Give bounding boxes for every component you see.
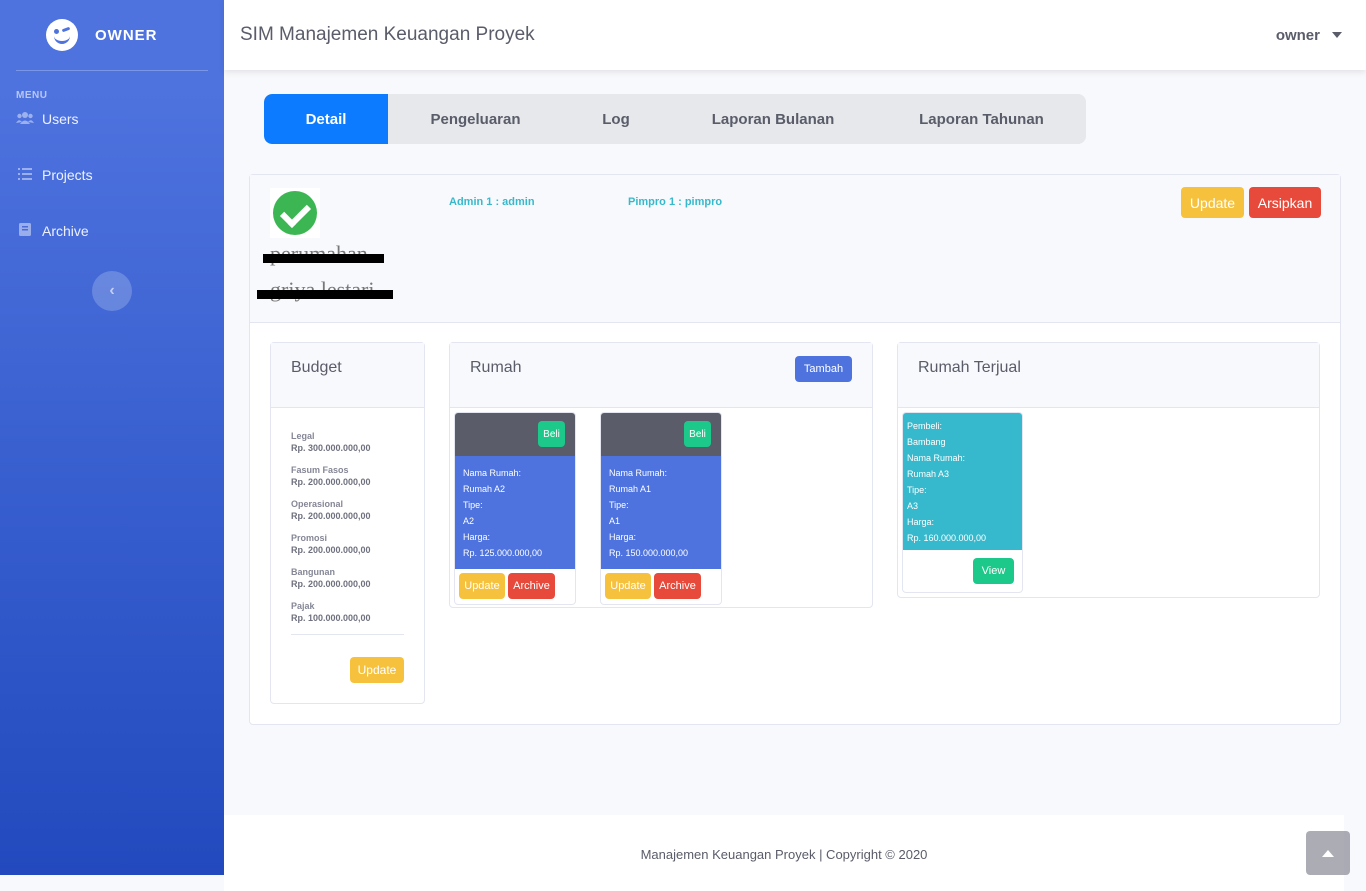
budget-divider [291,634,404,635]
budget-item: Fasum Fasos Rp. 200.000.000,00 [291,465,371,487]
sidebar-toggle-button[interactable]: ‹ [92,271,132,311]
admin-info: Admin 1 : admin [449,196,535,208]
users-icon [16,111,34,127]
project-status [270,188,320,238]
footer-text: Manajemen Keuangan Proyek | Copyright © … [640,846,928,862]
topbar: SIM Manajemen Keuangan Proyek owner [224,0,1366,70]
house-archive-button[interactable]: Archive [508,573,555,599]
user-dropdown[interactable]: owner [1276,27,1366,44]
redaction-bar [257,290,393,299]
project-header: perumahan griya lestari Admin 1 : admin … [250,175,1340,323]
sold-house-details: Pembeli: Bambang Nama Rumah: Rumah A3 Ti… [903,413,1022,550]
scroll-to-top-button[interactable] [1306,831,1350,875]
house-details: Nama Rumah: Rumah A1 Tipe: A1 Harga: Rp.… [601,456,721,569]
user-name: owner [1275,26,1320,44]
sold-card-header: Rumah Terjual [898,343,1319,408]
house-details: Nama Rumah: Rumah A2 Tipe: A2 Harga: Rp.… [455,456,575,569]
budget-item: Operasional Rp. 200.000.000,00 [291,499,371,521]
footer: Manajemen Keuangan Proyek | Copyright © … [224,815,1344,891]
brand-text: OWNER [95,26,158,44]
budget-list: Legal Rp. 300.000.000,00 Fasum Fasos Rp. 2… [271,408,424,624]
tab-log[interactable]: Log [563,94,669,144]
budget-title: Budget [291,359,342,376]
budget-item: Promosi Rp. 200.000.000,00 [291,533,371,555]
tab-laporan-bulanan[interactable]: Laporan Bulanan [669,94,877,144]
sold-card: Rumah Terjual Pembeli: Bambang Nama Ruma… [897,342,1320,598]
sold-house-card: Pembeli: Bambang Nama Rumah: Rumah A3 Ti… [902,412,1023,593]
sidebar-item-projects[interactable]: Projects [0,147,224,203]
project-archive-button[interactable]: Arsipkan [1249,187,1321,218]
laugh-wink-icon [46,19,78,51]
chevron-up-icon [1322,849,1334,857]
house-archive-button[interactable]: Archive [654,573,701,599]
budget-card-header: Budget [271,343,424,408]
list-icon [16,167,34,183]
budget-item: Pajak Rp. 100.000.000,00 [291,601,371,623]
brand[interactable]: OWNER [0,0,224,70]
redaction-bar [263,254,384,263]
caret-down-icon [1332,32,1342,38]
house-update-button[interactable]: Update [605,573,651,599]
sold-title: Rumah Terjual [918,359,1021,376]
rumah-card-header: Rumah Tambah [450,343,872,408]
budget-item: Legal Rp. 300.000.000,00 [291,431,371,453]
book-icon [16,223,34,239]
house-card: Beli Nama Rumah: Rumah A2 Tipe: A2 Harga… [454,412,576,605]
sidebar-item-label: Projects [42,167,93,183]
budget-update-button[interactable]: Update [350,657,404,683]
budget-card: Budget Legal Rp. 300.000.000,00 Fasum Fas… [270,342,425,704]
rumah-title: Rumah [470,359,522,376]
project-card: perumahan griya lestari Admin 1 : admin … [249,174,1341,725]
house-card: Beli Nama Rumah: Rumah A1 Tipe: A1 Harga… [600,412,722,605]
tab-detail[interactable]: Detail [264,94,388,144]
sidebar-item-label: Archive [42,223,89,239]
sidebar: OWNER MENU Users Projects Archive ‹ [0,0,224,875]
tab-laporan-tahunan[interactable]: Laporan Tahunan [877,94,1086,144]
pimpro-info: Pimpro 1 : pimpro [628,196,723,208]
project-update-button[interactable]: Update [1181,187,1244,218]
buy-button[interactable]: Beli [684,421,711,447]
add-house-button[interactable]: Tambah [795,356,852,382]
sidebar-item-archive[interactable]: Archive [0,203,224,259]
buy-button[interactable]: Beli [538,421,565,447]
house-update-button[interactable]: Update [459,573,505,599]
chevron-left-icon: ‹ [109,282,115,299]
sidebar-item-label: Users [42,111,79,127]
check-circle-icon [273,191,317,235]
tab-bar: Detail Pengeluaran Log Laporan Bulanan L… [264,94,1086,144]
tab-pengeluaran[interactable]: Pengeluaran [388,94,563,144]
page-title: SIM Manajemen Keuangan Proyek [240,24,535,45]
budget-item: Bangunan Rp. 200.000.000,00 [291,567,371,589]
view-button[interactable]: View [973,558,1014,584]
rumah-card: Rumah Tambah Beli Nama Rumah: Rumah A2 T… [449,342,873,608]
